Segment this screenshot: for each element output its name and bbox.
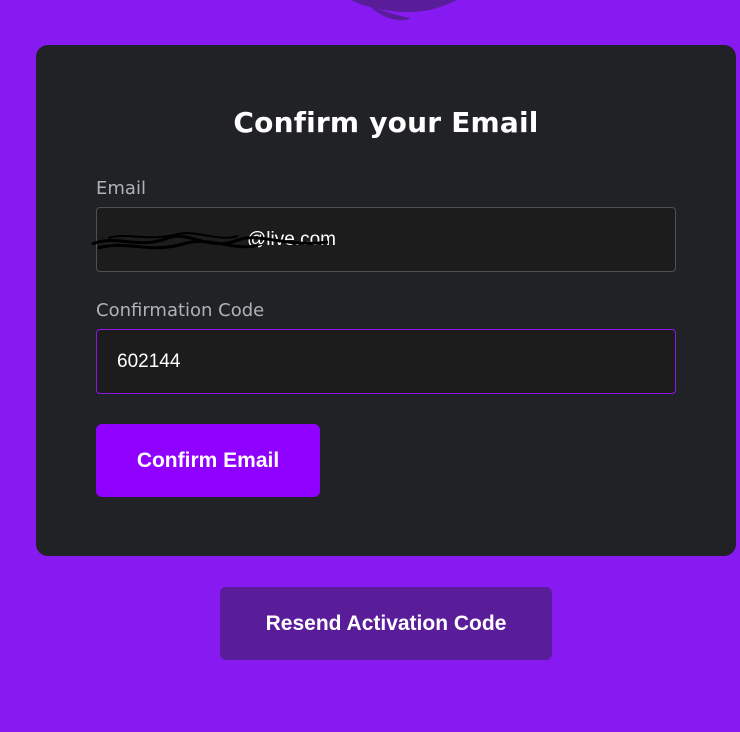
email-field[interactable] — [96, 207, 676, 272]
confirmation-code-label: Confirmation Code — [96, 300, 265, 321]
confirm-email-button[interactable]: Confirm Email — [96, 424, 320, 497]
resend-activation-code-button[interactable]: Resend Activation Code — [220, 587, 552, 660]
email-label: Email — [96, 178, 146, 199]
speech-bubble-logo-icon — [350, 0, 458, 21]
confirmation-code-field[interactable] — [96, 329, 676, 394]
page-title: Confirm your Email — [233, 106, 539, 139]
